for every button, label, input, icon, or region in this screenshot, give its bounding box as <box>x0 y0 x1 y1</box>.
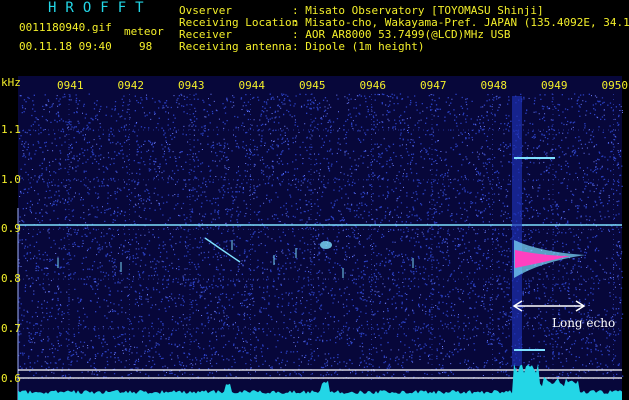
x-tick-0946: 0946 <box>359 79 387 92</box>
long-echo-annotation: Long echo <box>552 316 616 330</box>
x-tick-0950: 0950 <box>601 79 629 92</box>
hrofft-spectrogram-window: HROFFT 0011180940.gif 00.11.18 09:40 met… <box>0 0 629 400</box>
x-tick-0942: 0942 <box>117 79 145 92</box>
y-tick-0.9: 0.9 <box>1 222 21 236</box>
y-tick-0.8: 0.8 <box>1 272 21 286</box>
x-tick-0945: 0945 <box>299 79 326 92</box>
x-tick-0944: 0944 <box>238 79 266 92</box>
y-tick-0.7: 0.7 <box>1 321 21 335</box>
x-tick-0947: 0947 <box>420 79 447 92</box>
y-tick-0.6: 0.6 <box>1 371 21 385</box>
x-tick-0941: 0941 <box>57 79 84 92</box>
y-tick-1.1: 1.1 <box>1 123 21 136</box>
x-tick-0948: 0948 <box>480 79 508 92</box>
y-axis-unit: kHz <box>1 76 21 89</box>
long-echo-column <box>512 96 522 366</box>
meteor-blob <box>320 241 332 249</box>
y-tick-1.0: 1.0 <box>1 172 21 186</box>
x-tick-0949: 0949 <box>541 79 568 92</box>
spectrogram-plot <box>17 76 624 400</box>
x-tick-0943: 0943 <box>178 79 205 92</box>
